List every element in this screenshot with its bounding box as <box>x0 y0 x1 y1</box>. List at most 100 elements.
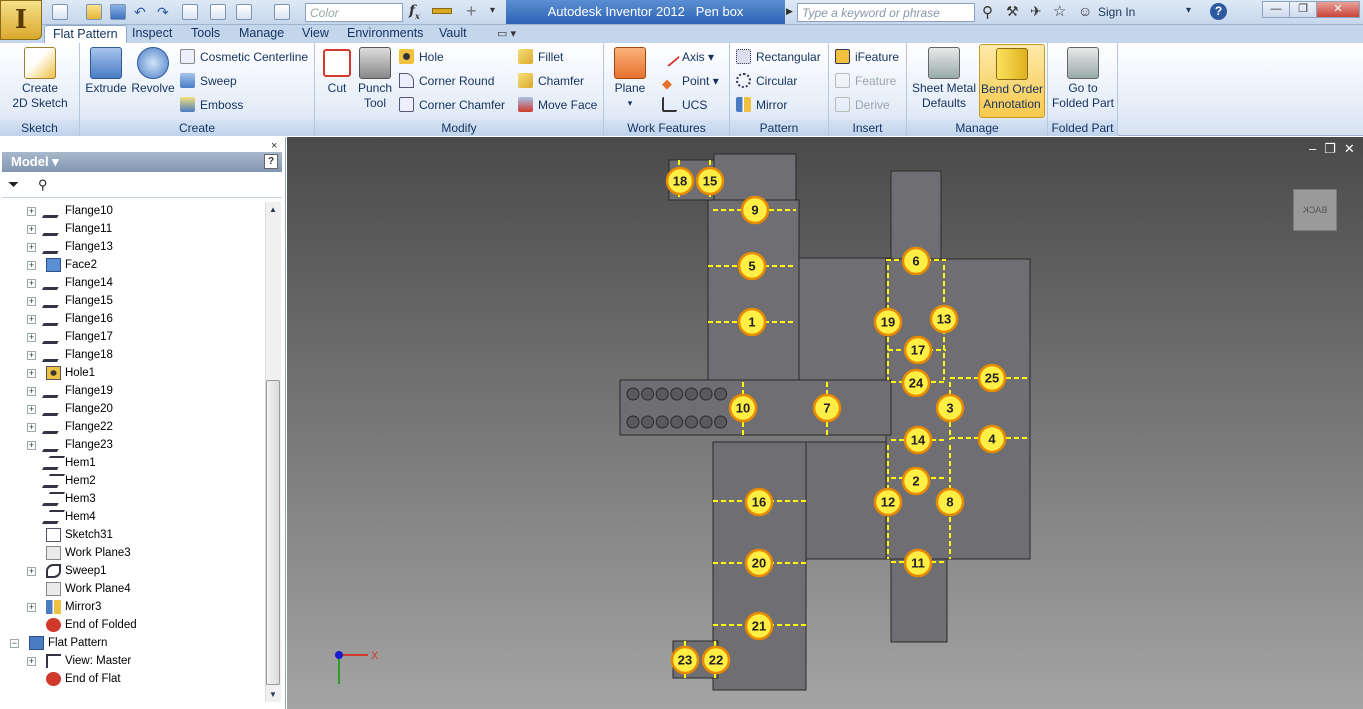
bend-order-marker[interactable]: 8 <box>935 487 965 517</box>
expand-toggle-icon[interactable]: + <box>27 369 36 378</box>
tab-tools[interactable]: Tools <box>183 25 228 43</box>
plus-icon[interactable]: + <box>466 1 477 22</box>
bend-order-marker[interactable]: 7 <box>812 393 842 423</box>
close-button[interactable]: ✕ <box>1316 1 1360 18</box>
bend-order-marker[interactable]: 13 <box>929 304 959 334</box>
bend-order-marker[interactable]: 6 <box>901 246 931 276</box>
ribbon-options-icon[interactable]: ▭ ▾ <box>497 27 516 40</box>
expand-toggle-icon[interactable]: + <box>27 567 36 576</box>
extrude-button[interactable]: Extrude <box>84 43 128 96</box>
ucs-button[interactable]: UCS <box>662 97 707 113</box>
tab-manage[interactable]: Manage <box>231 25 292 43</box>
binoculars-icon[interactable]: ⚲ <box>982 3 993 21</box>
bend-order-marker[interactable]: 1 <box>737 307 767 337</box>
hole-button[interactable]: Hole <box>399 49 444 65</box>
material-icon[interactable] <box>236 4 252 20</box>
bend-order-marker[interactable]: 22 <box>701 645 731 675</box>
update-icon[interactable] <box>210 4 226 20</box>
expand-toggle-icon[interactable]: + <box>27 297 36 306</box>
bend-order-marker[interactable]: 9 <box>740 195 770 225</box>
rectangular-pattern-button[interactable]: Rectangular <box>736 49 821 65</box>
expand-toggle-icon[interactable]: + <box>27 441 36 450</box>
bend-order-marker[interactable]: 16 <box>744 487 774 517</box>
expand-toggle-icon[interactable]: − <box>10 639 19 648</box>
help-icon[interactable]: ? <box>1210 3 1227 20</box>
color-select[interactable]: Color <box>305 3 403 22</box>
expand-toggle-icon[interactable]: + <box>27 333 36 342</box>
expand-toggle-icon[interactable]: + <box>27 405 36 414</box>
new-icon[interactable] <box>52 4 68 20</box>
expand-toggle-icon[interactable]: + <box>27 657 36 666</box>
corner-round-button[interactable]: Corner Round <box>399 73 494 89</box>
chamfer-button[interactable]: Chamfer <box>518 73 584 89</box>
bend-order-marker[interactable]: 17 <box>903 335 933 365</box>
open-icon[interactable] <box>86 4 102 20</box>
expand-toggle-icon[interactable]: + <box>27 243 36 252</box>
measure-icon[interactable] <box>432 8 452 14</box>
plane-button[interactable]: Plane ▾ <box>610 43 650 111</box>
find-binoculars-icon[interactable]: ⚲ <box>38 177 48 193</box>
redo-icon[interactable]: ↷ <box>157 4 173 20</box>
bend-order-marker[interactable]: 15 <box>695 166 725 196</box>
restore-button[interactable]: ❐ <box>1289 1 1317 18</box>
scroll-down-icon[interactable]: ▼ <box>269 690 277 699</box>
tab-environments[interactable]: Environments <box>339 25 431 43</box>
bend-order-marker[interactable]: 19 <box>873 307 903 337</box>
expand-toggle-icon[interactable]: + <box>27 351 36 360</box>
bend-order-marker[interactable]: 11 <box>903 548 933 578</box>
bend-order-marker[interactable]: 18 <box>665 166 695 196</box>
bend-order-marker[interactable]: 14 <box>903 425 933 455</box>
browser-close-icon[interactable]: × <box>271 140 277 152</box>
browser-title-bar[interactable]: Model ▾ ? <box>2 152 282 172</box>
bend-order-marker[interactable]: 23 <box>670 645 700 675</box>
revolve-button[interactable]: Revolve <box>130 43 176 96</box>
expand-toggle-icon[interactable]: + <box>27 279 36 288</box>
bend-order-marker[interactable]: 3 <box>935 393 965 423</box>
application-menu-button[interactable]: I <box>0 0 42 40</box>
expand-toggle-icon[interactable]: + <box>27 225 36 234</box>
qat-dropdown-icon[interactable]: ▾ <box>490 5 495 16</box>
user-icon[interactable]: ☺ <box>1078 3 1092 19</box>
search-input[interactable]: Type a keyword or phrase <box>797 3 975 22</box>
tab-inspect[interactable]: Inspect <box>124 25 180 43</box>
bend-order-marker[interactable]: 10 <box>728 393 758 423</box>
cosmetic-centerline-button[interactable]: Cosmetic Centerline <box>180 49 308 65</box>
browser-help-icon[interactable]: ? <box>264 154 278 169</box>
expand-toggle-icon[interactable]: + <box>27 315 36 324</box>
bend-order-marker[interactable]: 12 <box>873 487 903 517</box>
bend-order-marker[interactable]: 2 <box>901 466 931 496</box>
bend-order-marker[interactable]: 21 <box>744 611 774 641</box>
corner-chamfer-button[interactable]: Corner Chamfer <box>399 97 505 113</box>
select-icon[interactable] <box>182 4 198 20</box>
bend-order-marker[interactable]: 25 <box>977 363 1007 393</box>
bend-order-annotation-button[interactable]: Bend Order Annotation <box>979 44 1045 118</box>
plane-dropdown-icon[interactable]: ▾ <box>610 96 650 111</box>
sign-in-link[interactable]: Sign In <box>1098 5 1135 19</box>
minimize-button[interactable]: — <box>1262 1 1290 18</box>
create-2d-sketch-button[interactable]: Create 2D Sketch <box>8 43 72 111</box>
fx-icon[interactable]: fx <box>409 3 420 21</box>
move-face-button[interactable]: Move Face <box>518 97 597 113</box>
scroll-up-icon[interactable]: ▲ <box>269 205 277 214</box>
expand-toggle-icon[interactable]: + <box>27 387 36 396</box>
expand-toggle-icon[interactable]: + <box>27 603 36 612</box>
bend-order-marker[interactable]: 5 <box>737 251 767 281</box>
fillet-button[interactable]: Fillet <box>518 49 563 65</box>
cut-button[interactable]: Cut <box>319 43 355 96</box>
communication-icon[interactable]: ✈ <box>1030 3 1042 20</box>
appearance-icon[interactable] <box>274 4 290 20</box>
tab-vault[interactable]: Vault <box>431 25 475 43</box>
tab-flat-pattern[interactable]: Flat Pattern <box>44 25 127 43</box>
search-expand-icon[interactable]: ▶ <box>786 6 793 17</box>
axis-button[interactable]: Axis ▾ <box>658 45 714 68</box>
sweep-button[interactable]: Sweep <box>180 73 237 89</box>
emboss-button[interactable]: Emboss <box>180 97 243 113</box>
expand-toggle-icon[interactable]: + <box>27 423 36 432</box>
subscription-icon[interactable]: ⚒ <box>1006 3 1019 20</box>
signin-dropdown-icon[interactable]: ▾ <box>1186 5 1191 16</box>
bend-order-marker[interactable]: 20 <box>744 548 774 578</box>
circular-pattern-button[interactable]: Circular <box>736 73 797 89</box>
bend-order-marker[interactable]: 24 <box>901 368 931 398</box>
save-icon[interactable] <box>110 4 126 20</box>
mirror-button[interactable]: Mirror <box>736 97 787 113</box>
